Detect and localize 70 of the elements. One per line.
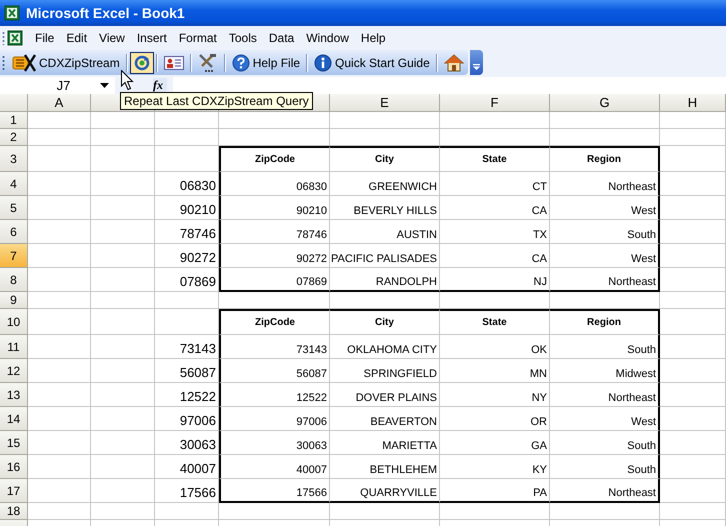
table-cell: AUSTIN (330, 220, 440, 244)
table-cell: NY (440, 383, 550, 407)
table-cell: 97006 (155, 407, 219, 431)
table-cell: 90272 (155, 244, 219, 268)
table-cell: South (550, 431, 660, 455)
table-cell: PA (440, 479, 550, 503)
table-cell: QUARRYVILLE (330, 479, 440, 503)
table-cell: 90210 (219, 196, 330, 220)
table-cell: MN (440, 359, 550, 383)
column-heading: ZipCode (219, 146, 330, 172)
table-cell: South (550, 220, 660, 244)
table-cell: 40007 (219, 455, 330, 479)
table-cell: 30063 (219, 431, 330, 455)
table-cell: 17566 (219, 479, 330, 503)
column-heading: City (330, 309, 440, 335)
column-heading: State (440, 146, 550, 172)
table-cell: CT (440, 172, 550, 196)
table-cell: 78746 (219, 220, 330, 244)
table-cell: BEVERLY HILLS (330, 196, 440, 220)
table-cell: BEAVERTON (330, 407, 440, 431)
table-cell: RANDOLPH (330, 268, 440, 292)
table-cell: CA (440, 244, 550, 268)
table-cell: Northeast (550, 172, 660, 196)
table-cell: OR (440, 407, 550, 431)
table-cell: Northeast (550, 479, 660, 503)
table-cell: 90272 (219, 244, 330, 268)
table-cell: DOVER PLAINS (330, 383, 440, 407)
table-cell: 07869 (155, 268, 219, 292)
table-cell: West (550, 196, 660, 220)
column-heading: State (440, 309, 550, 335)
table-cell: 73143 (155, 335, 219, 359)
table-cell: OKLAHOMA CITY (330, 335, 440, 359)
table-cell: PACIFIC PALISADES (330, 244, 440, 268)
table-cell: West (550, 244, 660, 268)
table-cell: South (550, 335, 660, 359)
table-cell: TX (440, 220, 550, 244)
table-cell: 17566 (155, 479, 219, 503)
table-cell: NJ (440, 268, 550, 292)
table-cell: South (550, 455, 660, 479)
column-heading: ZipCode (219, 309, 330, 335)
table-cell: 12522 (219, 383, 330, 407)
table-cell: West (550, 407, 660, 431)
table-cell: 78746 (155, 220, 219, 244)
table-cell: Midwest (550, 359, 660, 383)
table-cell: 30063 (155, 431, 219, 455)
table-cell: 90210 (155, 196, 219, 220)
table-cell: 07869 (219, 268, 330, 292)
table-cell: BETHLEHEM (330, 455, 440, 479)
table-cell: KY (440, 455, 550, 479)
table-cell: 56087 (155, 359, 219, 383)
table-cell: 40007 (155, 455, 219, 479)
table-cell: 06830 (219, 172, 330, 196)
table-cell: CA (440, 196, 550, 220)
table-cell: GA (440, 431, 550, 455)
table-cell: MARIETTA (330, 431, 440, 455)
table-cell: GREENWICH (330, 172, 440, 196)
table-cell: Northeast (550, 383, 660, 407)
table-cell: Northeast (550, 268, 660, 292)
column-heading: City (330, 146, 440, 172)
table-cell: 12522 (155, 383, 219, 407)
table-cell: OK (440, 335, 550, 359)
column-heading: Region (550, 146, 660, 172)
table-cell: 06830 (155, 172, 219, 196)
window-title: Microsoft Excel - Book1 (26, 5, 185, 21)
table-cell: 73143 (219, 335, 330, 359)
tooltip: Repeat Last CDXZipStream Query (120, 92, 313, 110)
table-cell: 56087 (219, 359, 330, 383)
table-cell: 97006 (219, 407, 330, 431)
table-cell: SPRINGFIELD (330, 359, 440, 383)
column-heading: Region (550, 309, 660, 335)
